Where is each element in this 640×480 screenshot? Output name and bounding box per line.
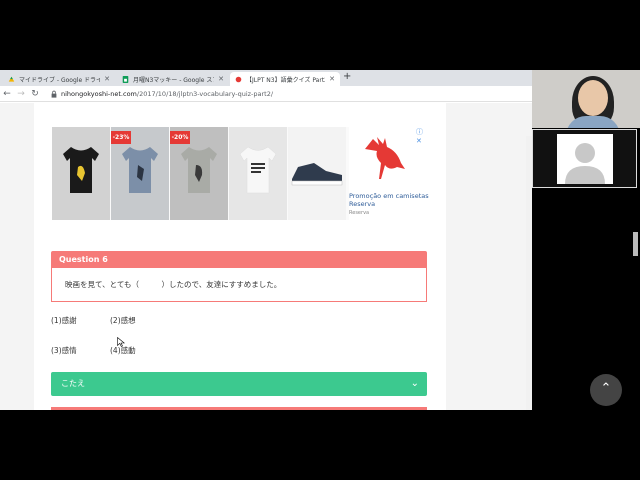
- video-participant-2[interactable]: [532, 129, 637, 188]
- forward-arrow-icon[interactable]: →: [14, 89, 28, 99]
- tab-quiz-page[interactable]: 【JLPT N3】語彙クイズ Part2 | 日本 ✕: [230, 72, 340, 86]
- tshirt-image: [239, 146, 277, 194]
- next-question-heading: [51, 407, 427, 410]
- scroll-to-top-button[interactable]: ⌃: [590, 374, 622, 406]
- option-3[interactable]: (3)感情: [51, 345, 77, 356]
- panel-scrollbar[interactable]: [633, 232, 638, 256]
- new-tab-button[interactable]: +: [343, 71, 351, 82]
- close-icon[interactable]: ✕: [329, 75, 335, 83]
- ad-close-icon[interactable]: ⓘ ✕: [416, 127, 430, 145]
- mouse-cursor-icon: [117, 337, 125, 347]
- close-icon[interactable]: ✕: [104, 75, 110, 83]
- answer-label: こたえ: [61, 379, 85, 388]
- ad-product-image[interactable]: [52, 127, 110, 220]
- discount-badge: -23%: [111, 131, 131, 144]
- chevron-down-icon: ⌄: [410, 378, 419, 389]
- close-icon[interactable]: ✕: [218, 75, 224, 83]
- browser-window: マイドライブ - Google ドライブ ✕ 月曜N3マッキー - Google…: [0, 70, 532, 410]
- back-arrow-icon[interactable]: ←: [0, 89, 14, 99]
- tshirt-image: [63, 147, 99, 193]
- tshirt-image: [122, 147, 158, 193]
- address-bar[interactable]: nihongokyoshi-net.com/2017/10/18/jlptn3-…: [61, 90, 273, 98]
- participant-face: [578, 80, 608, 116]
- video-participant-1[interactable]: [532, 70, 640, 128]
- browser-toolbar: ← → ↻ nihongokyoshi-net.com/2017/10/18/j…: [0, 86, 532, 102]
- page-viewport: -23% -20% ⓘ ✕ Promoção em camisetas Rese…: [0, 103, 532, 410]
- tab-title: 月曜N3マッキー - Google スプレッド: [133, 76, 214, 84]
- ad-info-panel[interactable]: ⓘ ✕ Promoção em camisetas Reserva Reserv…: [349, 127, 430, 220]
- question-heading: Question 6: [51, 251, 427, 268]
- tab-title: マイドライブ - Google ドライブ: [19, 76, 101, 84]
- answer-toggle[interactable]: こたえ ⌄: [51, 372, 427, 396]
- discount-badge: -20%: [170, 131, 190, 144]
- url-path: /2017/10/18/jlptn3-vocabulary-quiz-part2…: [136, 89, 274, 98]
- ad-banner[interactable]: -23% -20% ⓘ ✕ Promoção em camisetas Rese…: [52, 127, 430, 220]
- screen: マイドライブ - Google ドライブ ✕ 月曜N3マッキー - Google…: [0, 0, 640, 480]
- reload-icon[interactable]: ↻: [28, 89, 42, 99]
- ad-product-image[interactable]: [229, 127, 287, 220]
- tab-google-sheets[interactable]: 月曜N3マッキー - Google スプレッド ✕: [117, 72, 229, 86]
- option-2[interactable]: (2)感想: [110, 315, 136, 326]
- tab-google-drive[interactable]: マイドライブ - Google ドライブ ✕: [3, 72, 115, 86]
- tshirt-image: [181, 147, 217, 193]
- ad-product-image[interactable]: -23%: [111, 127, 169, 220]
- page-content: -23% -20% ⓘ ✕ Promoção em camisetas Rese…: [34, 103, 446, 410]
- ad-advertiser: Reserva: [349, 210, 370, 216]
- tab-strip: マイドライブ - Google ドライブ ✕ 月曜N3マッキー - Google…: [0, 70, 532, 86]
- google-drive-icon: [8, 76, 15, 82]
- option-1[interactable]: (1)感謝: [51, 315, 77, 326]
- lock-icon: [51, 90, 57, 98]
- question-text: 映画を見て、とても（ ）したので、友達にすすめました。: [51, 268, 427, 302]
- site-favicon-icon: [235, 76, 242, 82]
- sneaker-image: [291, 163, 343, 186]
- ad-product-image[interactable]: [288, 127, 346, 220]
- tab-title: 【JLPT N3】語彙クイズ Part2 | 日本: [246, 76, 325, 84]
- avatar: [557, 134, 613, 184]
- google-sheets-icon: [122, 75, 129, 83]
- person-placeholder-icon: [557, 134, 613, 184]
- ad-product-image[interactable]: -20%: [170, 127, 228, 220]
- hoopoe-bird-logo-icon: [365, 137, 405, 179]
- ad-title[interactable]: Promoção em camisetas Reserva: [349, 192, 430, 208]
- url-host: nihongokyoshi-net.com: [61, 89, 137, 98]
